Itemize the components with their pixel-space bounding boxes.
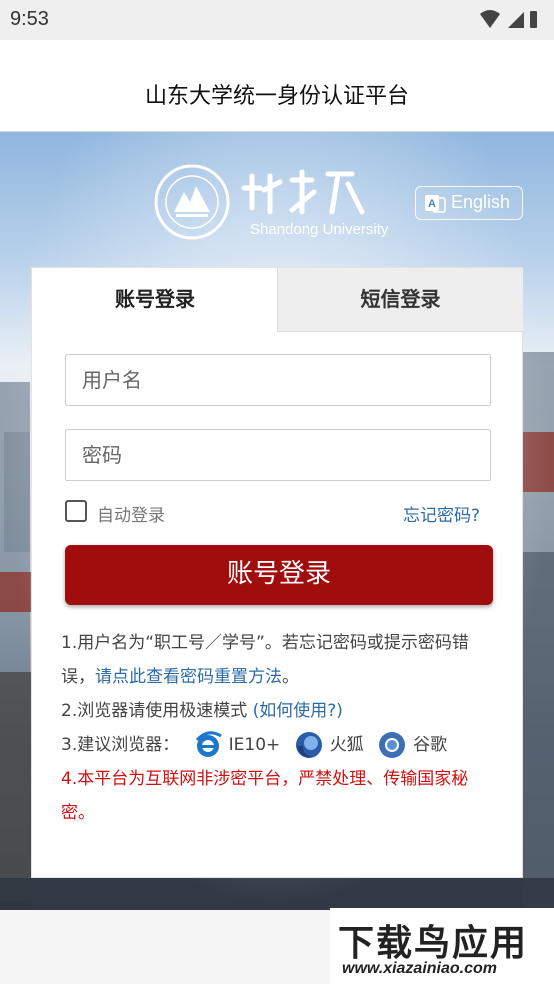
password-reset-link[interactable]: 请点此查看密码重置方法 (95, 667, 282, 687)
login-notes: 1.用户名为“职工号／学号”。若忘记密码或提示密码错误，请点此查看密码重置方法。… (61, 626, 501, 830)
ie-icon (195, 731, 222, 757)
forgot-password-link[interactable]: 忘记密码? (403, 501, 480, 526)
app-header: 山东大学统一身份认证平台 (0, 40, 554, 132)
note-recommended-browsers: 3.建议浏览器： IE10+ 火狐 谷歌 (61, 728, 501, 762)
status-bar: 9:53 (0, 0, 554, 40)
status-icons (480, 10, 537, 28)
language-toggle-label: English (451, 192, 511, 212)
password-input[interactable] (66, 430, 490, 480)
username-field[interactable] (65, 354, 491, 406)
password-field[interactable] (65, 429, 491, 481)
browser-firefox: 火狐 (294, 728, 364, 762)
page-title: 山东大学统一身份认证平台 (144, 84, 409, 109)
auto-login-checkbox[interactable] (65, 500, 87, 522)
translate-icon: A (425, 195, 446, 213)
university-calligraphy (241, 169, 365, 215)
svg-text:A: A (428, 198, 436, 210)
login-button[interactable]: 账号登录 (65, 545, 493, 605)
battery-icon (530, 11, 537, 28)
browser-ie: IE10+ (193, 728, 280, 762)
university-name-en: Shandong University (250, 221, 389, 238)
chrome-icon (379, 732, 406, 758)
note-security-warning: 4.本平台为互联网非涉密平台，严禁处理、传输国家秘密。 (61, 769, 469, 823)
browser-chrome: 谷歌 (377, 728, 447, 762)
language-toggle-button[interactable]: A English (415, 186, 523, 220)
watermark-url: www.xiazainiao.com (342, 960, 498, 977)
status-time: 9:53 (10, 8, 49, 30)
signal-icon (508, 12, 524, 28)
shandong-university-logo: Shandong University (154, 164, 389, 240)
auto-login-label: 自动登录 (97, 506, 165, 526)
note-username: 1.用户名为“职工号／学号”。若忘记密码或提示密码错误，请点此查看密码重置方法。 (61, 633, 469, 687)
how-to-use-link[interactable]: (如何使用?) (253, 701, 343, 721)
site-watermark: 下载鸟应用 www.xiazainiao.com (330, 908, 554, 984)
tab-account-login[interactable]: 账号登录 (32, 268, 278, 332)
university-seal-icon (154, 164, 230, 240)
watermark-title: 下载鸟应用 (338, 923, 529, 964)
note-browser-mode: 2.浏览器请使用极速模式 (如何使用?) (61, 701, 343, 721)
tab-sms-login[interactable]: 短信登录 (277, 268, 523, 332)
wifi-icon (480, 10, 500, 28)
login-card: 账号登录 短信登录 自动登录 忘记密码? 账号登录 1.用户名为“职工号／学号”… (31, 267, 523, 878)
firefox-icon (295, 732, 322, 758)
username-input[interactable] (66, 355, 490, 405)
